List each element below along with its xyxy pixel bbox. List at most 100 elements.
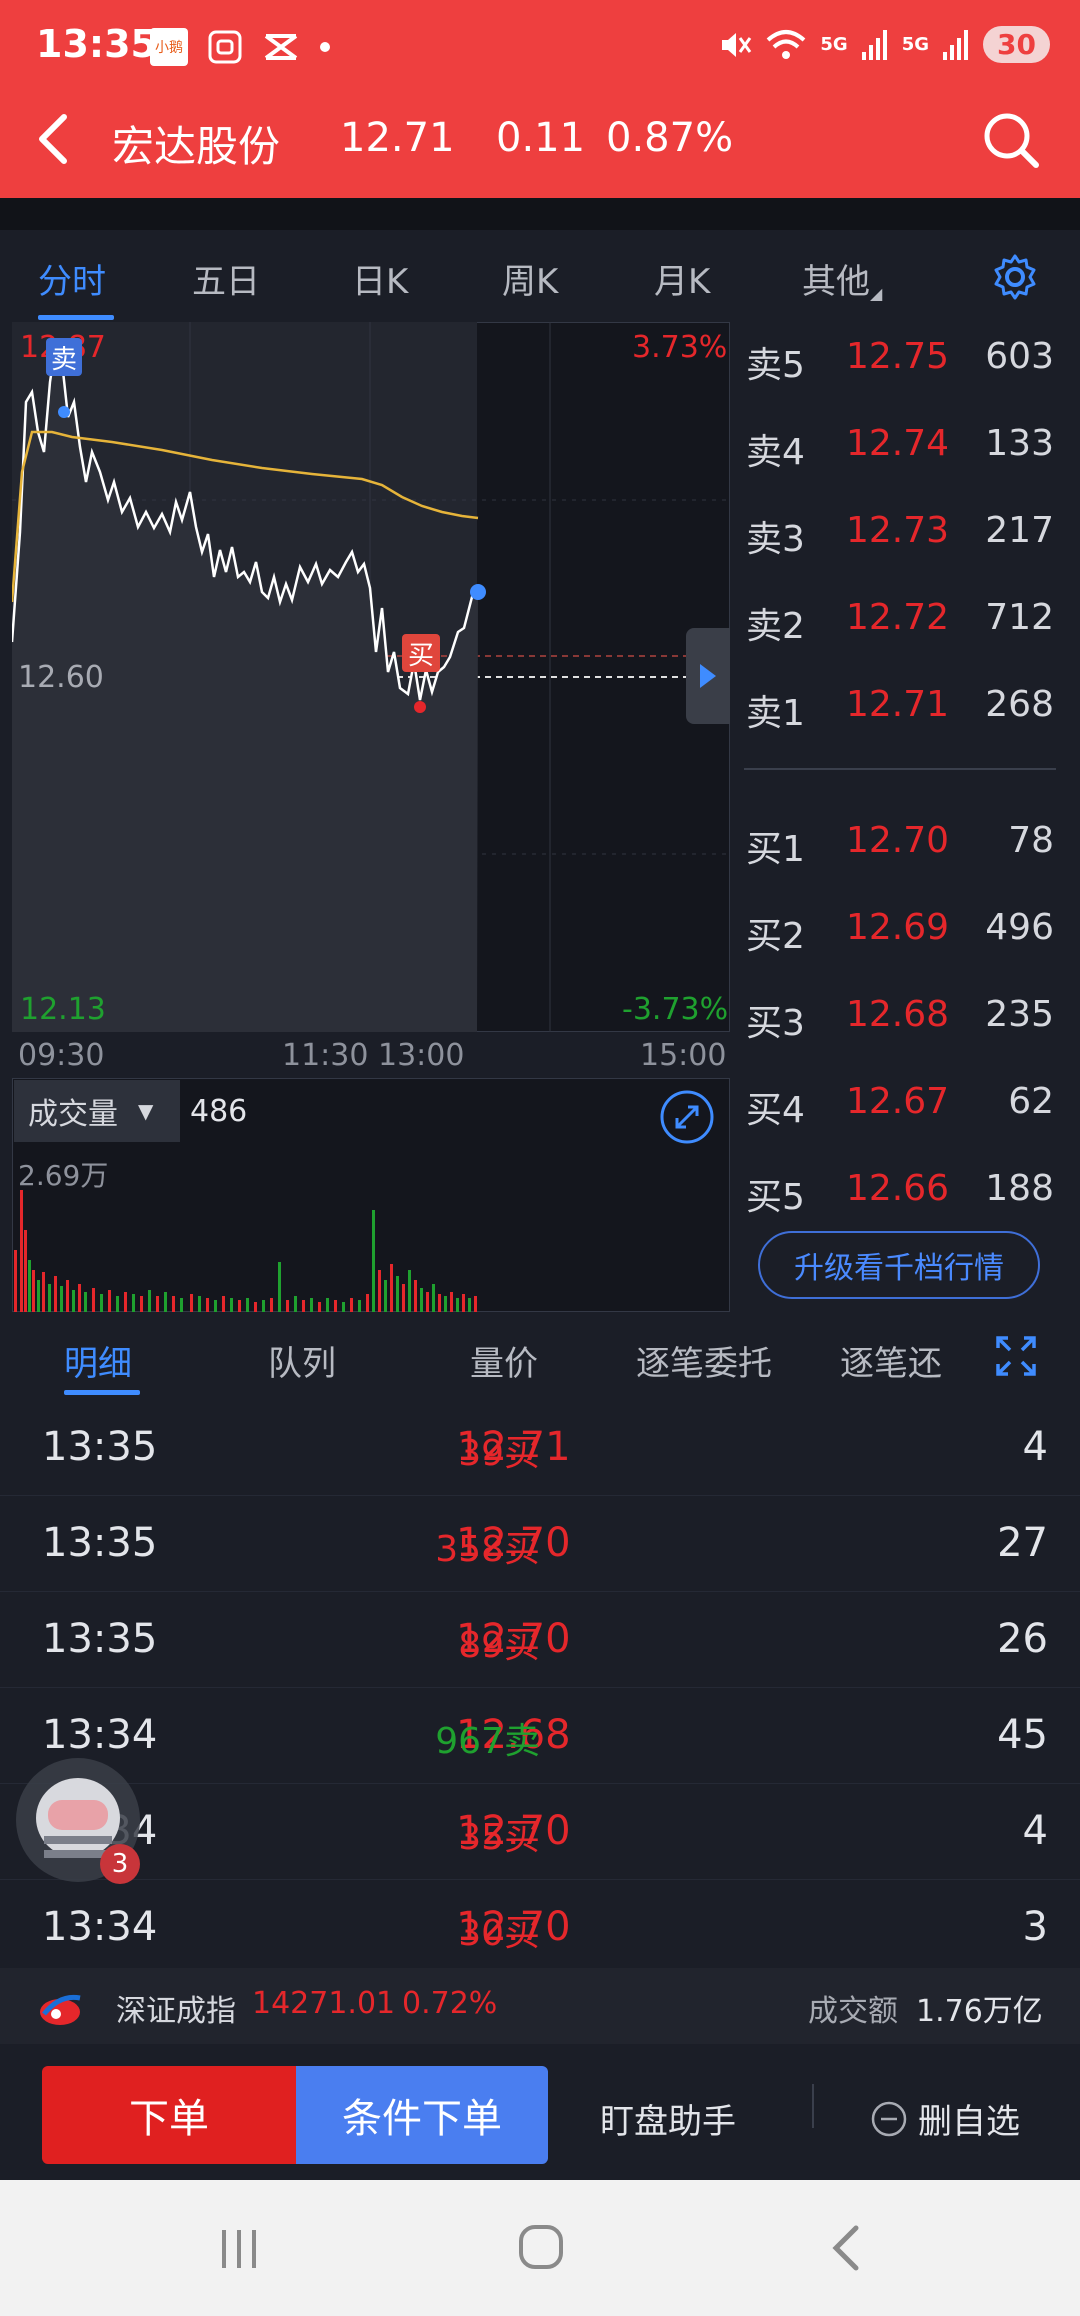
trade-row: 13:35 12.70 358买 27 (0, 1496, 1080, 1592)
status-right-icons: 5G 5G 30 (718, 26, 1050, 63)
chart-bottom-pct: -3.73% (622, 992, 729, 1027)
tab-order-by-order[interactable]: 逐笔委托 (636, 1336, 772, 1385)
trade-count: 27 (997, 1520, 1048, 1566)
trade-count: 45 (997, 1712, 1048, 1758)
bid-row-5[interactable]: 买5 12.66 188 (746, 1168, 1066, 1228)
tab-daily-k[interactable]: 日K (352, 254, 408, 303)
expand-icon[interactable] (994, 1334, 1038, 1382)
ask-qty: 133 (985, 423, 1054, 464)
back-arrow-icon[interactable] (34, 111, 74, 180)
watch-assistant-button[interactable]: 盯盘助手 (600, 2094, 736, 2143)
ask-label: 卖2 (746, 606, 805, 647)
trade-volume: 89买 (458, 1625, 540, 1666)
upgrade-depth-button[interactable]: 升级看千档行情 (758, 1231, 1040, 1299)
mute-icon (722, 32, 752, 57)
dot-icon (320, 42, 330, 52)
intraday-chart-svg (12, 322, 730, 1032)
capcut-icon (264, 34, 298, 60)
bid-row-1[interactable]: 买1 12.70 78 (746, 820, 1066, 880)
turnover-amount: 1.76万亿 (916, 1994, 1043, 2029)
bid-label: 买1 (746, 829, 805, 870)
tab-queue[interactable]: 队列 (268, 1336, 336, 1385)
net-label-2: 5G (901, 34, 930, 55)
tab-other-label: 其他 (802, 262, 870, 302)
remove-watchlist-label: 删自选 (918, 2102, 1020, 2142)
minus-circle-icon (871, 2101, 907, 2136)
scan-icon (208, 30, 242, 64)
ask-price: 12.73 (846, 510, 950, 551)
expand-panel-arrow-icon[interactable] (686, 628, 730, 724)
tab-trade-by-trade[interactable]: 逐笔还 (840, 1336, 942, 1385)
fullscreen-toggle-icon[interactable] (658, 1088, 716, 1146)
bid-row-2[interactable]: 买2 12.69 496 (746, 907, 1066, 967)
ask-row-5[interactable]: 卖5 12.75 603 (746, 336, 1066, 396)
volume-value: 486 (190, 1094, 248, 1129)
system-nav-bar (0, 2180, 1080, 2316)
ask-label: 卖3 (746, 519, 805, 560)
bid-qty: 235 (985, 994, 1054, 1035)
time-label-open: 09:30 (18, 1038, 105, 1073)
notification-badge: 3 (100, 1844, 140, 1884)
tab-intraday[interactable]: 分时 (38, 254, 106, 303)
bid-qty: 496 (985, 907, 1054, 948)
trade-time: 13:34 (42, 1904, 158, 1950)
system-back-icon[interactable] (826, 2222, 866, 2278)
home-icon[interactable] (516, 2222, 566, 2276)
sell-point-dot (58, 406, 70, 418)
tab-other[interactable]: 其他◢ (802, 254, 882, 303)
trade-time: 13:35 (42, 1424, 158, 1470)
dropdown-triangle-icon: ◢ (870, 284, 883, 303)
trade-count: 3 (1022, 1904, 1048, 1950)
ask-price: 12.72 (846, 597, 950, 638)
chart-ref-price: 12.60 (18, 660, 104, 695)
index-logo-icon (38, 1990, 84, 2032)
tab-details[interactable]: 明细 (64, 1336, 132, 1385)
bid-price: 12.68 (846, 994, 950, 1035)
ask-row-3[interactable]: 卖3 12.73 217 (746, 510, 1066, 570)
battery-indicator: 30 (983, 26, 1050, 63)
status-time: 13:35 (36, 22, 157, 66)
current-point-dot (470, 584, 486, 600)
recent-apps-icon[interactable] (216, 2226, 262, 2276)
tab-volume-price[interactable]: 量价 (470, 1336, 538, 1385)
floating-assistant-avatar[interactable]: 3 (14, 1756, 144, 1886)
bid-label: 买3 (746, 1003, 805, 1044)
remove-watchlist-button[interactable]: 删自选 (870, 2094, 1020, 2143)
time-label-mid: 11:30 13:00 (282, 1038, 465, 1073)
conditional-order-button[interactable]: 条件下单 (296, 2066, 548, 2164)
trade-time: 13:34 (42, 1712, 158, 1758)
volume-indicator-selector[interactable]: 成交量 ▼ (14, 1080, 180, 1142)
bid-price: 12.69 (846, 907, 950, 948)
time-label-close: 15:00 (640, 1038, 727, 1073)
volume-bar-group (14, 1190, 477, 1312)
ask-qty: 712 (985, 597, 1054, 638)
signal-icon-1 (861, 29, 887, 60)
tab-five-day[interactable]: 五日 (192, 254, 260, 303)
chart-top-pct: 3.73% (632, 330, 728, 365)
trade-count: 26 (997, 1616, 1048, 1662)
search-icon[interactable] (980, 109, 1042, 175)
ask-row-1[interactable]: 卖1 12.71 268 (746, 684, 1066, 744)
bid-row-4[interactable]: 买4 12.67 62 (746, 1081, 1066, 1141)
ask-row-2[interactable]: 卖2 12.72 712 (746, 597, 1066, 657)
ask-qty: 603 (985, 336, 1054, 377)
tab-monthly-k[interactable]: 月K (654, 254, 710, 303)
bid-qty: 188 (985, 1168, 1054, 1209)
index-name: 深证成指 (116, 1994, 236, 2029)
ask-label: 卖5 (746, 345, 805, 386)
tab-weekly-k[interactable]: 周K (502, 254, 558, 303)
net-label-1: 5G (820, 34, 848, 55)
trade-volume: 358买 (435, 1529, 540, 1570)
index-change-pct: 0.72% (402, 1986, 498, 2021)
bid-row-3[interactable]: 买3 12.68 235 (746, 994, 1066, 1054)
volume-label: 成交量 (28, 1097, 118, 1132)
trade-volume: 967卖 (435, 1721, 540, 1762)
settings-gear-icon[interactable] (990, 252, 1040, 306)
place-order-button[interactable]: 下单 (42, 2066, 296, 2164)
stock-header: 宏达股份 12.71 0.11 0.87% (0, 105, 1080, 175)
trade-time: 13:35 (42, 1520, 158, 1566)
ask-row-4[interactable]: 卖4 12.74 133 (746, 423, 1066, 483)
index-value: 14271.01 (252, 1986, 396, 2021)
stock-price: 12.71 (340, 115, 455, 161)
trade-row: 13:35 12.70 89买 26 (0, 1592, 1080, 1688)
